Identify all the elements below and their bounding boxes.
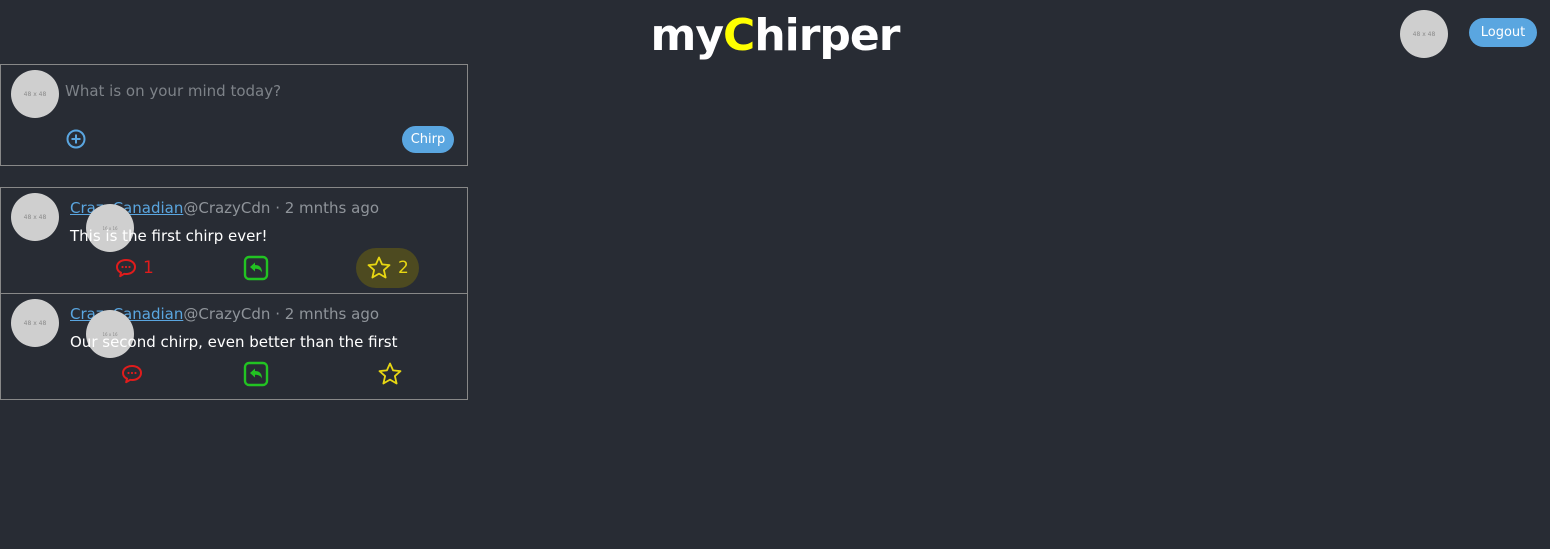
brand-suffix: hirper [754,10,900,61]
reply-button[interactable]: 1 [115,248,154,288]
compose-input[interactable] [65,79,455,103]
chirp-button[interactable]: Chirp [402,126,454,153]
chirp-meta: CrazyCanadian 16 x 16 @CrazyCdn · 2 mnth… [70,305,380,358]
chirp-actions [1,354,467,394]
brand-accent: C [723,10,755,61]
favorite-count: 2 [398,258,409,278]
favorite-button[interactable]: 2 [356,248,419,288]
chirp-handle-time: @CrazyCdn · 2 mnths ago [183,199,380,217]
chirp-item: 48 x 48 CrazyCanadian 16 x 16 @CrazyCdn … [0,187,468,294]
chirp-avatar[interactable]: 48 x 48 [11,193,59,241]
chirp-feed: 48 x 48 CrazyCanadian 16 x 16 @CrazyCdn … [0,187,468,400]
chirp-meta: CrazyCanadian 16 x 16 @CrazyCdn · 2 mnth… [70,199,380,252]
star-icon [377,361,403,387]
chirp-text: Our second chirp, even better than the f… [70,333,398,351]
plus-circle-icon[interactable] [65,128,87,150]
rechirp-icon [243,255,269,281]
compose-box: 48 x 48 Chirp [0,64,468,166]
reply-button[interactable] [121,354,149,394]
brand-logo: myChirper [0,6,1550,66]
chirp-item: 48 x 48 CrazyCanadian 16 x 16 @CrazyCdn … [0,294,468,400]
user-avatar[interactable]: 48 x 48 [1400,10,1448,58]
brand-prefix: my [650,10,725,61]
favorite-button[interactable] [367,354,419,394]
chirp-handle-time: @CrazyCdn · 2 mnths ago [183,305,380,323]
chirp-avatar[interactable]: 48 x 48 [11,299,59,347]
chirp-actions: 1 2 [1,248,467,288]
logout-button[interactable]: Logout [1469,18,1537,47]
rechirp-icon [243,361,269,387]
comment-bubble-icon [115,257,137,279]
header: myChirper 48 x 48 Logout [0,0,1550,64]
star-icon [366,255,392,281]
reply-count: 1 [143,258,154,278]
rechirp-button[interactable] [243,248,269,288]
comment-bubble-icon [121,363,143,385]
chirp-text: This is the first chirp ever! [70,227,268,245]
compose-avatar: 48 x 48 [11,70,59,118]
rechirp-button[interactable] [243,354,269,394]
